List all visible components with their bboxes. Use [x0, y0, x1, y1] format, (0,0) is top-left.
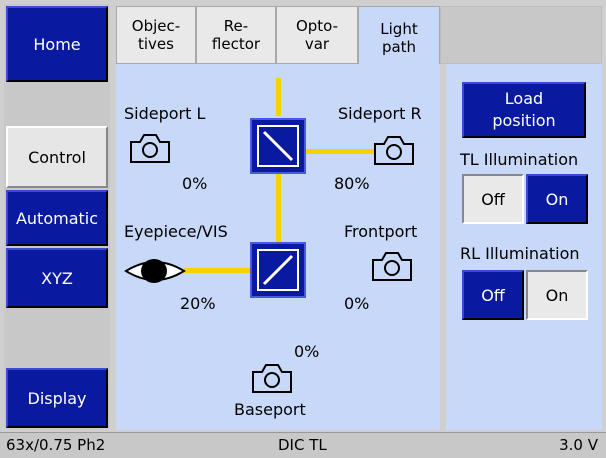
status-objective: 63x/0.75 Ph2	[6, 436, 106, 454]
tab-light-path[interactable]: Light path	[358, 6, 440, 68]
baseport-camera-icon[interactable]	[250, 362, 294, 394]
rl-off-button[interactable]: Off	[462, 270, 524, 320]
sideport-r-value: 80%	[334, 174, 370, 193]
tab-optovar[interactable]: Opto-var	[276, 6, 358, 64]
sideport-r-camera-icon[interactable]	[372, 134, 416, 166]
tab-reflector-line2: flector	[211, 35, 261, 53]
light-path-panel: Sideport L 0% Sideport R 80% Eyepiece/VI…	[116, 64, 440, 430]
load-position-line1: Load	[504, 89, 544, 108]
eyepiece-value: 20%	[180, 294, 216, 313]
eye-icon[interactable]	[124, 257, 186, 285]
status-voltage: 3.0 V	[559, 436, 598, 454]
load-position-button[interactable]: Load position	[462, 82, 586, 138]
tl-on-button[interactable]: On	[526, 174, 588, 224]
status-bar: 63x/0.75 Ph2 DIC TL 3.0 V	[0, 432, 606, 458]
beam-eyepiece	[184, 268, 256, 273]
status-method: DIC TL	[278, 436, 327, 454]
baseport-value: 0%	[294, 342, 320, 361]
tab-reflector-line1: Re-	[223, 17, 249, 35]
xyz-button[interactable]: XYZ	[6, 248, 108, 308]
upper-mirror-button[interactable]	[250, 118, 306, 174]
frontport-label: Frontport	[344, 222, 418, 241]
display-button[interactable]: Display	[6, 368, 108, 428]
tab-reflector[interactable]: Re-flector	[196, 6, 276, 64]
tl-illumination-label: TL Illumination	[460, 150, 579, 169]
sideport-r-label: Sideport R	[338, 104, 422, 123]
mirror-diagonal-icon	[262, 254, 294, 286]
frontport-camera-icon[interactable]	[370, 250, 414, 282]
beam-top	[276, 78, 281, 116]
rl-on-button[interactable]: On	[526, 270, 588, 320]
tab-optovar-line2: var	[304, 35, 330, 53]
sideport-l-camera-icon[interactable]	[128, 132, 172, 164]
beam-sideport-r	[306, 149, 376, 154]
tab-objectives[interactable]: Objec-tives	[116, 6, 196, 64]
tab-objectives-line2: tives	[138, 35, 174, 53]
eyepiece-label: Eyepiece/VIS	[124, 222, 228, 241]
baseport-label: Baseport	[234, 400, 306, 419]
tab-optovar-line1: Opto-	[295, 17, 339, 35]
tab-bar-filler	[440, 6, 602, 64]
tab-lightpath-line1: Light	[380, 19, 418, 38]
tl-off-button[interactable]: Off	[462, 174, 524, 224]
tab-lightpath-line2: path	[381, 37, 417, 56]
sideport-l-value: 0%	[182, 174, 208, 193]
load-position-line2: position	[492, 111, 556, 130]
illumination-panel: Load position TL Illumination Off On RL I…	[446, 64, 602, 430]
rl-illumination-label: RL Illumination	[460, 244, 580, 263]
tab-objectives-line1: Objec-	[131, 17, 181, 35]
control-button[interactable]: Control	[6, 126, 108, 188]
beam-middle	[276, 174, 281, 244]
mirror-diagonal-icon	[262, 130, 294, 162]
frontport-value: 0%	[344, 294, 370, 313]
sideport-l-label: Sideport L	[124, 104, 206, 123]
automatic-button[interactable]: Automatic	[6, 190, 108, 246]
lower-mirror-button[interactable]	[250, 242, 306, 298]
app-window: Home Control Automatic XYZ Display Objec…	[0, 0, 606, 458]
left-nav: Home Control Automatic XYZ Display	[4, 4, 110, 428]
home-button[interactable]: Home	[6, 6, 108, 82]
